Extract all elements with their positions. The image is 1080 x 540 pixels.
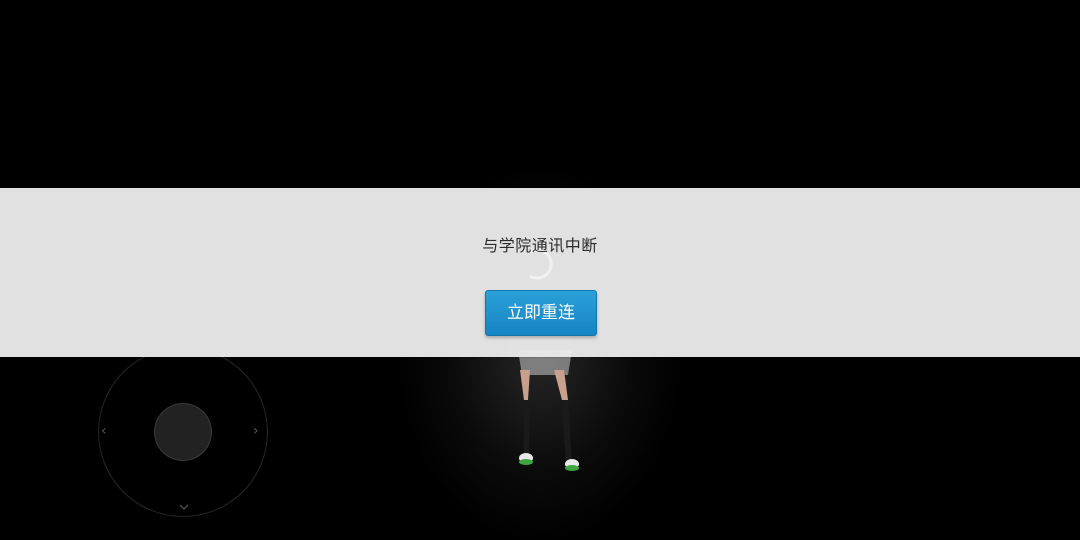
chevron-right-icon: ›	[253, 423, 259, 439]
chevron-down-icon	[179, 504, 189, 510]
joystick-knob[interactable]	[154, 403, 212, 461]
chevron-left-icon: ‹	[101, 423, 107, 439]
dialog-message: 与学院通讯中断	[482, 236, 598, 255]
reconnect-button[interactable]: 立即重连	[485, 290, 597, 336]
virtual-joystick[interactable]: ‹ ›	[98, 347, 268, 517]
connection-lost-dialog: 与学院通讯中断 立即重连	[0, 188, 1080, 357]
game-viewport: ‹ › 与学院通讯中断 立即重连	[0, 0, 1080, 540]
